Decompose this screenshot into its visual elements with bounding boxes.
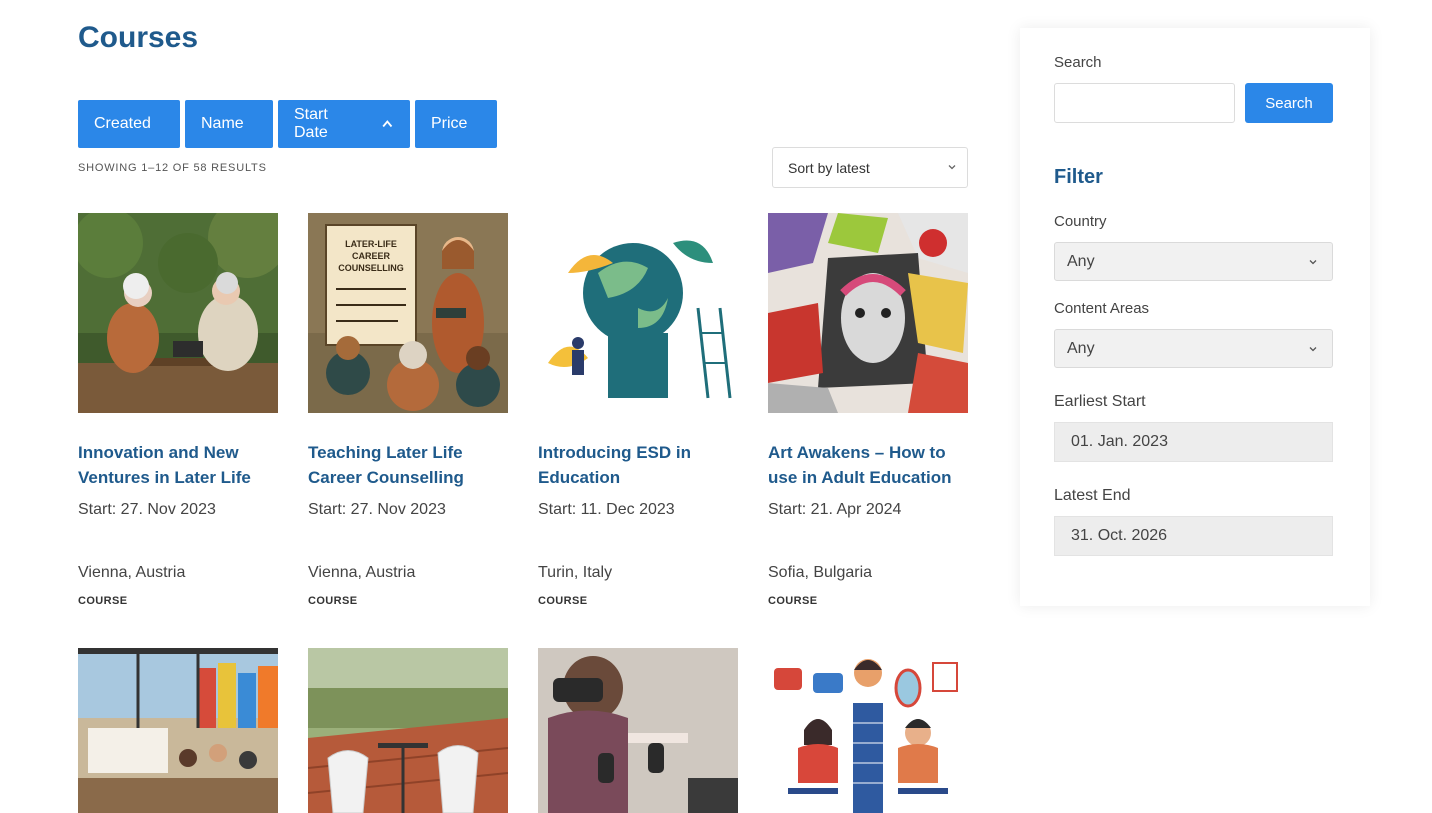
course-image[interactable]: LATER-LIFE CAREER COUNSELLING <box>308 213 508 413</box>
page-title: Courses <box>78 21 199 54</box>
svg-text:COUNSELLING: COUNSELLING <box>338 263 404 273</box>
course-location: Sofia, Bulgaria <box>768 564 873 581</box>
sort-price-button[interactable]: Price <box>415 100 497 148</box>
latest-end-label: Latest End <box>1054 487 1131 504</box>
sort-name-button[interactable]: Name <box>185 100 273 148</box>
latest-end-field[interactable]: 31. Oct. 2026 <box>1054 516 1333 556</box>
course-location: Vienna, Austria <box>308 564 416 581</box>
course-card: Innovation and New Ventures in Later Lif… <box>78 213 278 607</box>
content-areas-value: Any <box>1067 339 1095 357</box>
course-card: Introducing ESD in Education Start: 11. … <box>538 213 738 607</box>
course-image[interactable] <box>768 213 968 413</box>
filter-heading: Filter <box>1054 166 1103 188</box>
course-image[interactable] <box>308 648 508 813</box>
chevron-up-icon <box>382 120 393 128</box>
course-tag[interactable]: COURSE <box>308 595 508 607</box>
sort-name-label: Name <box>201 115 244 132</box>
earliest-start-label: Earliest Start <box>1054 393 1146 410</box>
sidebar: Search Search Filter Country Any Content… <box>1020 28 1370 606</box>
sort-buttons: Created Name Start Date Price <box>78 100 497 148</box>
course-image[interactable] <box>538 213 738 413</box>
country-label: Country <box>1054 213 1107 230</box>
course-start: Start: 27. Nov 2023 <box>308 501 446 518</box>
svg-text:LATER-LIFE: LATER-LIFE <box>345 239 397 249</box>
course-card: Art Awakens – How to use in Adult Educat… <box>768 213 968 607</box>
course-card <box>308 648 508 813</box>
course-title[interactable]: Teaching Later Life Career Counselling <box>308 440 508 490</box>
sort-start-date-button[interactable]: Start Date <box>278 100 410 148</box>
course-tag[interactable]: COURSE <box>78 595 278 607</box>
sort-created-label: Created <box>94 115 151 132</box>
course-start: Start: 21. Apr 2024 <box>768 501 902 518</box>
earliest-start-field[interactable]: 01. Jan. 2023 <box>1054 422 1333 462</box>
course-card: LATER-LIFE CAREER COUNSELLING Teaching L… <box>308 213 508 607</box>
orderby-select[interactable]: Sort by latest <box>772 147 968 188</box>
chevron-down-icon <box>1309 260 1317 265</box>
course-tag[interactable]: COURSE <box>538 595 738 607</box>
svg-text:CAREER: CAREER <box>352 251 391 261</box>
course-card <box>538 648 738 813</box>
content-areas-select[interactable]: Any <box>1054 329 1333 368</box>
orderby-value: Sort by latest <box>788 159 870 176</box>
sort-created-button[interactable]: Created <box>78 100 180 148</box>
course-card <box>78 648 278 813</box>
sort-price-label: Price <box>431 115 468 132</box>
course-image[interactable] <box>768 648 968 813</box>
country-select[interactable]: Any <box>1054 242 1333 281</box>
chevron-down-icon <box>948 165 956 170</box>
course-location: Turin, Italy <box>538 564 613 581</box>
search-input[interactable] <box>1054 83 1235 123</box>
course-image[interactable] <box>538 648 738 813</box>
content-areas-label: Content Areas <box>1054 300 1150 317</box>
course-image[interactable] <box>78 648 278 813</box>
search-label: Search <box>1054 54 1102 71</box>
course-location: Vienna, Austria <box>78 564 186 581</box>
results-count: SHOWING 1–12 OF 58 RESULTS <box>78 162 267 174</box>
country-value: Any <box>1067 252 1095 270</box>
chevron-down-icon <box>1309 347 1317 352</box>
course-tag[interactable]: COURSE <box>768 595 968 607</box>
course-title[interactable]: Innovation and New Ventures in Later Lif… <box>78 440 278 490</box>
course-title[interactable]: Art Awakens – How to use in Adult Educat… <box>768 440 968 490</box>
sort-start-date-label: Start Date <box>294 106 328 141</box>
course-image[interactable] <box>78 213 278 413</box>
course-start: Start: 27. Nov 2023 <box>78 501 216 518</box>
course-start: Start: 11. Dec 2023 <box>538 501 675 518</box>
search-button[interactable]: Search <box>1245 83 1333 123</box>
course-title[interactable]: Introducing ESD in Education <box>538 440 738 490</box>
course-card <box>768 648 968 813</box>
